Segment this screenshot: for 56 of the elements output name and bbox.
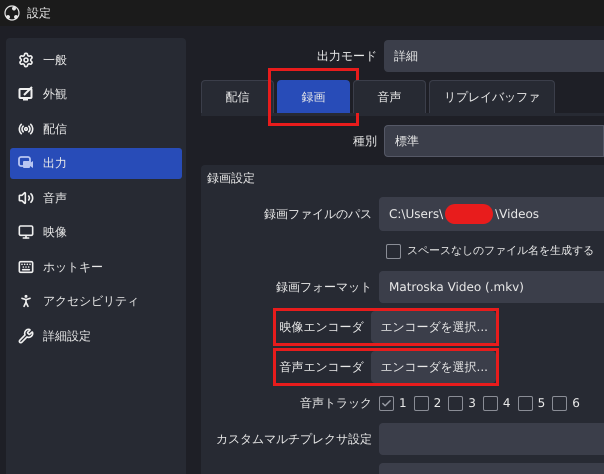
app-logo-icon bbox=[4, 5, 20, 21]
select-field[interactable]: エンコーダを選択... bbox=[370, 351, 496, 383]
field-label: 出力モード bbox=[317, 48, 377, 65]
window-title: 設定 bbox=[27, 5, 51, 22]
paint-monitor-icon bbox=[18, 86, 34, 102]
sidebar-item[interactable]: アクセシビリティ bbox=[10, 286, 182, 316]
gear-icon bbox=[18, 52, 34, 68]
field-label: 録画ファイルのパス bbox=[264, 206, 372, 223]
checkbox[interactable] bbox=[448, 396, 464, 410]
sidebar-item[interactable]: 外観 bbox=[10, 78, 182, 110]
field-label: 種別 bbox=[353, 133, 377, 150]
sidebar-item[interactable]: 映像 bbox=[10, 216, 182, 248]
checkbox[interactable] bbox=[552, 396, 568, 410]
track-label: 4 bbox=[502, 395, 511, 412]
field-label: 映像エンコーダ bbox=[280, 319, 364, 336]
field-label: 音声エンコーダ bbox=[280, 359, 364, 376]
tools-icon bbox=[18, 328, 34, 344]
keyboard-icon bbox=[18, 258, 34, 274]
sidebar-item[interactable]: 出力 bbox=[10, 148, 182, 178]
checkbox[interactable] bbox=[386, 244, 401, 258]
track-label: 6 bbox=[572, 395, 580, 412]
sidebar-item[interactable]: 音声 bbox=[10, 182, 182, 213]
path-text: \Videos bbox=[495, 206, 540, 223]
checkbox-label: スペースなしのファイル名を生成する bbox=[407, 242, 594, 259]
field-label: 録画フォーマット bbox=[276, 279, 372, 296]
select-field[interactable]: エンコーダを選択... bbox=[370, 311, 496, 343]
select-field[interactable]: 標準 bbox=[384, 125, 604, 157]
tab[interactable]: 音声 bbox=[353, 80, 426, 113]
group-title: 録画設定 bbox=[206, 170, 256, 187]
accessibility-icon bbox=[18, 293, 34, 309]
track-label: 1 bbox=[399, 395, 407, 412]
select-field[interactable]: Matroska Video (.mkv) bbox=[379, 271, 604, 303]
sidebar-item[interactable]: 配信 bbox=[10, 113, 182, 144]
tab[interactable]: 録画 bbox=[277, 80, 350, 113]
check-icon bbox=[381, 398, 392, 408]
sidebar-item[interactable]: 一般 bbox=[10, 44, 182, 75]
path-field[interactable]: C:\Users\ \Videos bbox=[379, 197, 604, 231]
field-label: カスタムマルチプレクサ設定 bbox=[216, 431, 372, 448]
checkbox[interactable] bbox=[482, 396, 498, 410]
track-label: 3 bbox=[468, 395, 476, 412]
monitor-icon bbox=[18, 224, 34, 240]
speaker-icon bbox=[18, 190, 34, 206]
select-field[interactable]: 詳細 bbox=[384, 40, 604, 72]
antenna-icon bbox=[18, 120, 34, 136]
sidebar-item[interactable]: 詳細設定 bbox=[10, 320, 182, 351]
tab[interactable]: リプレイバッファ bbox=[429, 80, 555, 113]
sidebar-item[interactable]: ホットキー bbox=[10, 251, 182, 282]
track-label: 2 bbox=[434, 395, 442, 412]
checkbox[interactable] bbox=[414, 396, 429, 410]
tab[interactable]: 配信 bbox=[201, 80, 274, 113]
path-text: C:\Users\ bbox=[389, 206, 444, 223]
checkbox[interactable] bbox=[379, 396, 394, 410]
checkbox[interactable] bbox=[518, 396, 533, 410]
track-label: 5 bbox=[538, 395, 546, 412]
field-label: 音声トラック bbox=[300, 395, 372, 412]
output-icon bbox=[18, 155, 34, 171]
